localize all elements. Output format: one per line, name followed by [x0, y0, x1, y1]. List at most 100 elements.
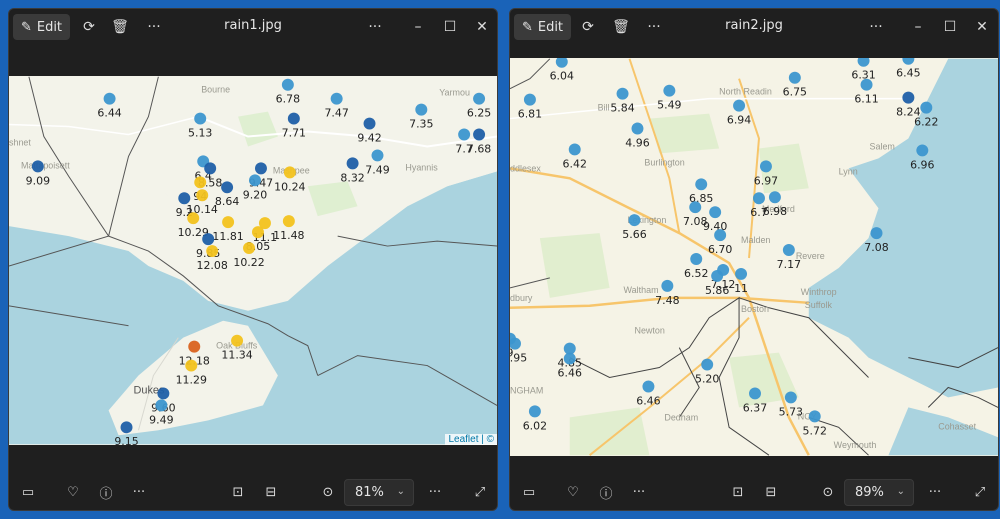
map-canvas: North ReadinBillBurlingtonddlesexLexingt… — [510, 58, 998, 456]
marker-dot — [415, 103, 428, 116]
map-place-label: Salem — [870, 141, 895, 151]
rainfall-value-label: 11 — [734, 282, 748, 295]
more-options-icon[interactable]: ··· — [364, 16, 386, 38]
rainfall-value-label: 9.20 — [243, 188, 267, 201]
fit-to-window-icon[interactable]: ⊙ — [817, 482, 839, 502]
marker-dot — [120, 421, 133, 434]
rainfall-value-label: 6.25 — [467, 107, 491, 120]
maximize-icon[interactable]: ☐ — [939, 16, 961, 38]
map-place-label: Winthrop — [801, 287, 837, 297]
marker-dot — [194, 112, 207, 125]
info-icon[interactable]: ⓘ — [595, 482, 617, 502]
more-options-icon[interactable]: ··· — [643, 16, 665, 38]
info-icon[interactable]: ⓘ — [95, 482, 117, 502]
rain-gauge-marker: 9.40 — [703, 206, 727, 233]
trash-icon[interactable]: 🗑 — [610, 16, 632, 38]
chevron-down-icon: ⌄ — [896, 486, 905, 497]
map-image-rain2: North Readin Bill Burlington ddlesex Lexingt… — [510, 58, 998, 456]
minimize-icon[interactable]: – — [407, 16, 429, 38]
scan-text-icon[interactable]: ⊟ — [260, 482, 282, 502]
map-place-label: Bourne — [201, 85, 230, 95]
photo-viewer-window-rain2: ✎ Edit ⟳ 🗑 ··· rain2.jpg ··· – ☐ ✕ North… — [509, 8, 999, 511]
marker-dot — [206, 245, 219, 258]
map-place-label: Weymouth — [834, 440, 877, 450]
rotate-icon[interactable]: ⟳ — [78, 16, 100, 38]
marker-dot — [204, 162, 217, 175]
rotate-icon[interactable]: ⟳ — [577, 16, 599, 38]
photo-viewer-window-rain1: ✎ Edit ⟳ 🗑 ··· rain1.jpg ··· – ☐ ✕ Bourn… — [8, 8, 498, 511]
rain-gauge-marker: 6.52 — [684, 253, 708, 280]
close-icon[interactable]: ✕ — [971, 16, 993, 38]
marker-dot — [920, 101, 933, 114]
more-options-icon[interactable]: ··· — [865, 16, 887, 38]
map-place-label: ddlesex — [510, 163, 541, 173]
marker-dot — [711, 269, 724, 282]
map-place-label: Yarmou — [439, 88, 470, 98]
rain-gauge-marker: 5.20 — [695, 358, 719, 385]
close-icon[interactable]: ✕ — [471, 16, 493, 38]
maximize-icon[interactable]: ☐ — [439, 16, 461, 38]
marker-dot — [916, 144, 929, 157]
map-place-label: dbury — [510, 293, 533, 303]
rainfall-value-label: 6.52 — [684, 267, 708, 280]
rainfall-value-label: 5.72 — [803, 424, 827, 437]
rain-gauge-marker: 5.84 — [610, 87, 635, 115]
more-options-icon[interactable]: ··· — [628, 482, 650, 502]
fit-to-window-icon[interactable]: ⊙ — [317, 482, 339, 502]
more-options-icon[interactable]: ··· — [128, 482, 150, 502]
map-place-label: Mattapoisett — [21, 160, 70, 170]
map-place-label: Burlington — [644, 157, 684, 167]
edit-button[interactable]: ✎ Edit — [13, 14, 70, 40]
marker-dot — [628, 214, 641, 227]
zoom-level-select[interactable]: 81% ⌄ — [344, 479, 414, 506]
marker-dot — [185, 359, 198, 372]
rain-gauge-marker: 6.02 — [523, 405, 547, 432]
rainfall-value-label: 5.49 — [657, 99, 681, 112]
rain-gauge-marker: 6.75 — [783, 71, 807, 99]
map-image-rain1: BourneMattapoisettMashpeeHyannisYarmoush… — [9, 76, 497, 445]
marker-dot — [458, 128, 471, 141]
edit-button-label: Edit — [537, 19, 564, 35]
marker-dot — [178, 192, 191, 205]
more-options-icon[interactable]: ··· — [924, 482, 946, 502]
map-place-label: Dedham — [664, 412, 698, 422]
rainfall-value-label: 5.13 — [188, 127, 212, 140]
edit-icon: ✎ — [521, 19, 533, 35]
marker-dot — [249, 174, 261, 187]
marker-dot — [281, 78, 294, 91]
filmstrip-icon[interactable]: ▭ — [17, 482, 39, 502]
marker-dot — [902, 58, 915, 65]
marker-dot — [661, 279, 674, 292]
rainfall-value-label: 6.98 — [763, 205, 787, 218]
rain-gauge-marker: 11 — [734, 267, 748, 295]
map-place-label: Waltham — [624, 285, 659, 295]
fullscreen-icon[interactable]: ⤢ — [469, 482, 491, 502]
minimize-icon[interactable]: – — [907, 16, 929, 38]
marker-dot — [616, 87, 629, 100]
fullscreen-icon[interactable]: ⤢ — [969, 482, 991, 502]
rain-gauge-marker: 6.31 — [851, 58, 876, 82]
more-options-icon[interactable]: ··· — [424, 482, 446, 502]
zoom-level-select[interactable]: 89% ⌄ — [844, 479, 914, 506]
filmstrip-icon[interactable]: ▭ — [518, 482, 540, 502]
edit-button[interactable]: ✎ Edit — [514, 14, 571, 40]
more-options-icon[interactable]: ··· — [143, 16, 165, 38]
rainfall-value-label: 11.81 — [212, 230, 243, 243]
scan-text-icon[interactable]: ⊟ — [760, 482, 782, 502]
trash-icon[interactable]: 🗑 — [109, 16, 131, 38]
favorite-heart-icon[interactable]: ♡ — [562, 482, 584, 502]
rain-gauge-marker: 6.42 — [563, 143, 587, 170]
favorite-heart-icon[interactable]: ♡ — [62, 482, 84, 502]
rain-gauge-marker: 6.25 — [467, 92, 491, 120]
rain-gauge-marker: 6.45 — [896, 58, 921, 80]
marker-dot — [563, 352, 576, 365]
marker-dot — [690, 253, 703, 265]
visual-search-icon[interactable]: ⊡ — [727, 482, 749, 502]
visual-search-icon[interactable]: ⊡ — [227, 482, 249, 502]
rainfall-value-label: 7.17 — [777, 258, 801, 271]
rainfall-value-label: 11.29 — [176, 373, 207, 386]
rainfall-value-label: 8.64 — [215, 195, 239, 208]
marker-dot — [753, 192, 765, 205]
map-attribution[interactable]: Leaflet | © — [445, 434, 497, 445]
bottom-toolbar: ▭ ♡ ⓘ ··· ⊡ ⊟ ⊙ 81% ⌄ ··· ⤢ — [9, 474, 497, 510]
